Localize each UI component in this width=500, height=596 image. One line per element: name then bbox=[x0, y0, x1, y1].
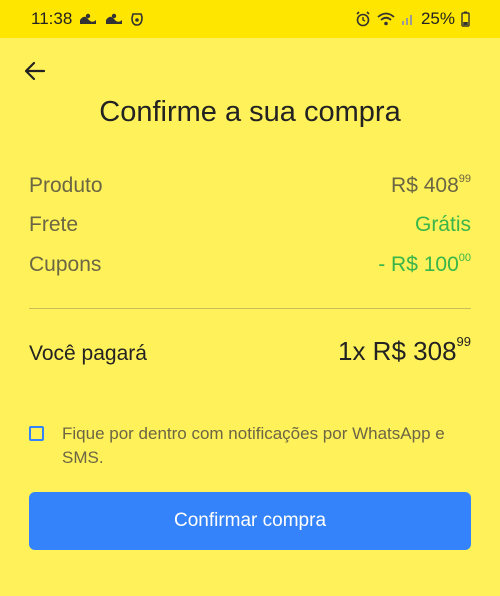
arrow-left-icon bbox=[24, 61, 46, 81]
battery-level: 25% bbox=[420, 9, 455, 28]
price-cents: 00 bbox=[458, 252, 471, 264]
confirm-purchase-button[interactable]: Confirmar compra bbox=[29, 492, 471, 550]
alarm-icon bbox=[355, 11, 371, 27]
status-left: 11:38 bbox=[31, 9, 144, 29]
notifications-checkbox[interactable] bbox=[29, 426, 44, 441]
notification-icon bbox=[104, 12, 124, 26]
summary-value: Grátis bbox=[414, 213, 471, 236]
total-row: Você pagará 1x R$ 30899 bbox=[29, 334, 471, 367]
summary-label: Produto bbox=[29, 174, 103, 197]
page-title: Confirme a sua compra bbox=[99, 96, 401, 128]
back-button[interactable] bbox=[22, 58, 48, 84]
summary-value: R$ 40899 bbox=[391, 173, 471, 197]
status-right: 25% bbox=[355, 9, 470, 29]
divider bbox=[29, 308, 471, 309]
summary-label: Cupons bbox=[29, 253, 102, 276]
notification-icon bbox=[130, 11, 144, 27]
price-cents: 99 bbox=[458, 173, 471, 185]
summary-row-produto: Produto R$ 40899 bbox=[29, 173, 471, 198]
notifications-label: Fique por dentro com notificações por Wh… bbox=[62, 424, 445, 467]
total-value: 1x R$ 30899 bbox=[338, 334, 471, 366]
summary-row-cupons: Cupons - R$ 10000 bbox=[29, 252, 471, 277]
notifications-option: Fique por dentro com notificações por Wh… bbox=[29, 422, 471, 470]
wifi-icon bbox=[377, 12, 395, 26]
status-time: 11:38 bbox=[31, 9, 73, 28]
battery-icon bbox=[461, 11, 470, 27]
summary-value: - R$ 10000 bbox=[378, 252, 471, 276]
summary-label: Frete bbox=[29, 213, 79, 236]
signal-icon bbox=[401, 12, 415, 26]
notification-icon bbox=[78, 12, 98, 26]
price-cents: 99 bbox=[456, 334, 471, 350]
status-bar: 11:38 25% bbox=[0, 0, 500, 38]
total-label: Você pagará bbox=[29, 342, 147, 365]
summary-row-frete: Frete Grátis bbox=[29, 213, 471, 237]
